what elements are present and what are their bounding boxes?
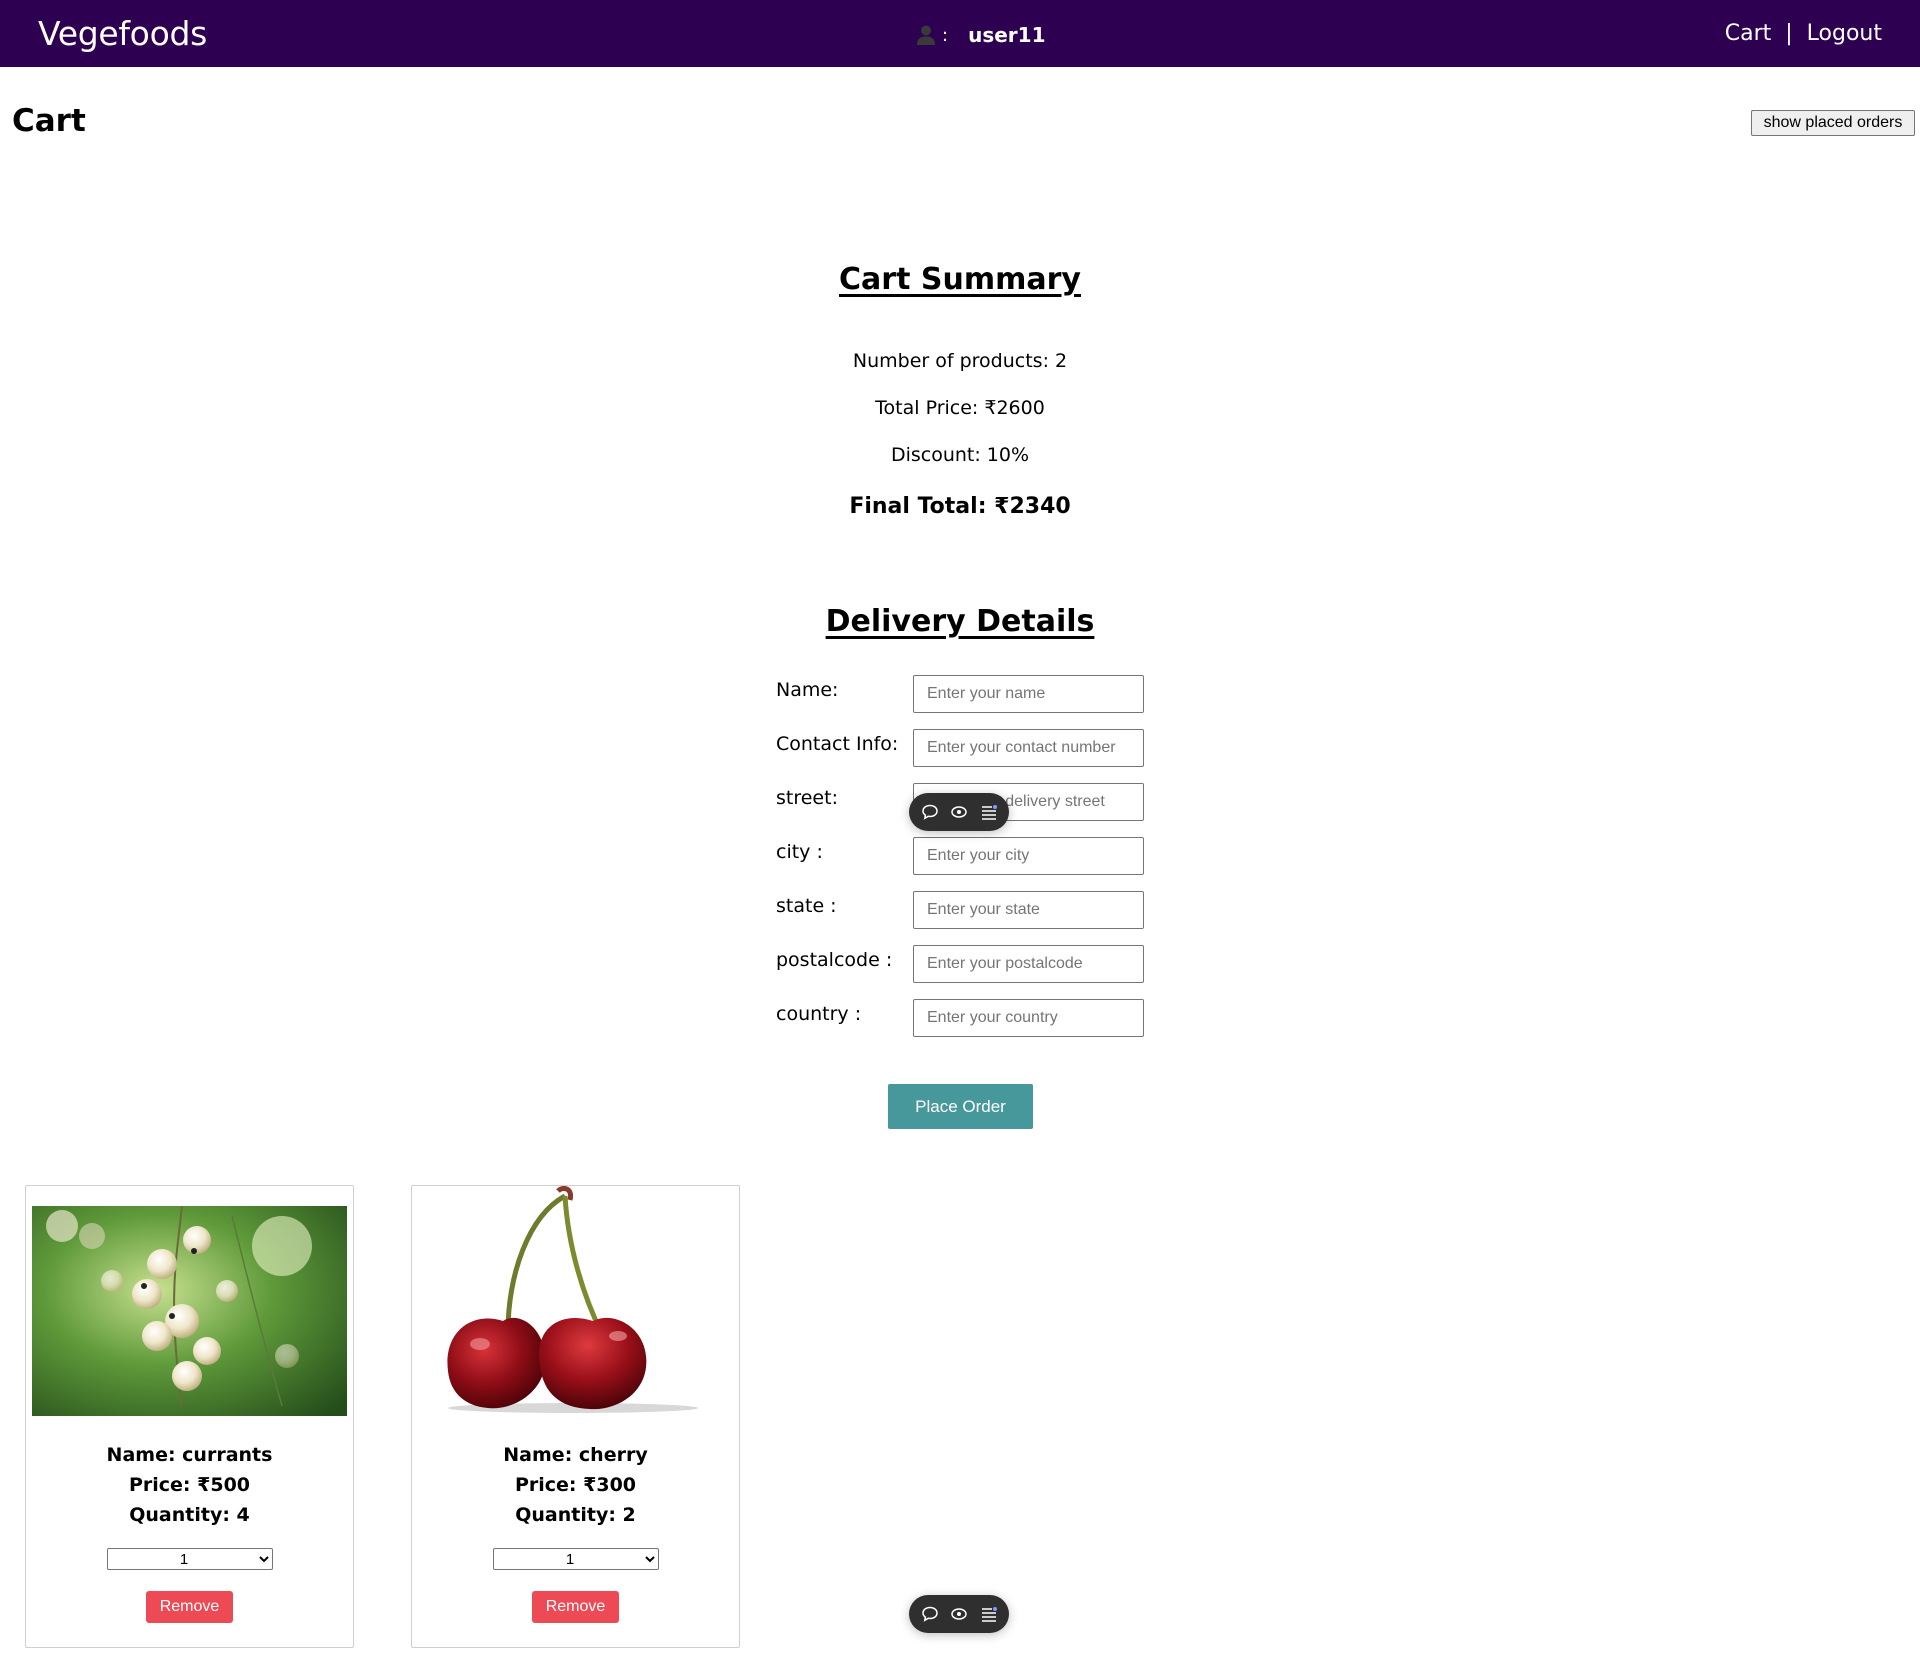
brand-logo[interactable]: Vegefoods <box>38 14 207 53</box>
form-row-state: state : <box>776 891 1146 929</box>
user-info: : user11 <box>916 20 1045 50</box>
currants-image <box>32 1206 347 1416</box>
form-row-contact: Contact Info: <box>776 729 1146 767</box>
product-card-currants: Name: currants Price: ₹500 Quantity: 4 1… <box>25 1185 354 1648</box>
list-icon[interactable] <box>980 1605 998 1623</box>
eye-icon[interactable] <box>950 1605 968 1623</box>
eye-icon[interactable] <box>950 803 968 821</box>
name-input[interactable] <box>913 675 1144 713</box>
top-navbar: Vegefoods : user11 Cart | Logout <box>0 0 1920 67</box>
form-row-country: country : <box>776 999 1146 1037</box>
remove-button[interactable]: Remove <box>532 1591 619 1623</box>
place-order-button[interactable]: Place Order <box>888 1084 1033 1129</box>
comment-icon[interactable] <box>921 1605 939 1623</box>
contact-label: Contact Info: <box>776 733 899 755</box>
discount: Discount: 10% <box>890 444 1030 466</box>
floating-toolbar-bottom <box>909 1595 1009 1633</box>
floating-toolbar <box>909 793 1009 831</box>
product-card-cherry: Name: cherry Price: ₹300 Quantity: 2 1 R… <box>411 1185 740 1648</box>
username: user11 <box>968 23 1046 47</box>
product-name: Name: currants <box>106 1444 273 1466</box>
link-divider: | <box>1785 21 1793 46</box>
list-icon[interactable] <box>980 803 998 821</box>
product-name: Name: cherry <box>503 1444 648 1466</box>
form-row-city: city : <box>776 837 1146 875</box>
comment-icon[interactable] <box>921 803 939 821</box>
cart-summary-heading: Cart Summary <box>839 262 1081 297</box>
country-label: country : <box>776 1003 862 1025</box>
country-input[interactable] <box>913 999 1144 1037</box>
products-count: Number of products: 2 <box>852 350 1068 372</box>
logout-link[interactable]: Logout <box>1807 21 1882 46</box>
show-placed-orders-button[interactable]: show placed orders <box>1751 110 1915 136</box>
postalcode-input[interactable] <box>913 945 1144 983</box>
state-label: state : <box>776 895 837 917</box>
postalcode-label: postalcode : <box>776 949 893 971</box>
total-price: Total Price: ₹2600 <box>875 397 1045 419</box>
user-avatar-icon <box>916 24 936 46</box>
form-row-postalcode: postalcode : <box>776 945 1146 983</box>
product-price: Price: ₹300 <box>514 1474 637 1496</box>
delivery-details-heading: Delivery Details <box>825 604 1095 639</box>
city-input[interactable] <box>913 837 1144 875</box>
contact-input[interactable] <box>913 729 1144 767</box>
quantity-select[interactable]: 1 <box>493 1548 659 1570</box>
city-label: city : <box>776 841 823 863</box>
top-links: Cart | Logout <box>1725 21 1882 46</box>
remove-button[interactable]: Remove <box>146 1591 233 1623</box>
form-row-name: Name: <box>776 675 1146 713</box>
product-quantity: Quantity: 2 <box>515 1504 636 1526</box>
cherry-image <box>418 1186 733 1416</box>
user-separator: : <box>942 24 949 46</box>
state-input[interactable] <box>913 891 1144 929</box>
quantity-select[interactable]: 1 <box>107 1548 273 1570</box>
page-title: Cart <box>12 103 86 139</box>
product-price: Price: ₹500 <box>128 1474 251 1496</box>
product-quantity: Quantity: 4 <box>129 1504 250 1526</box>
cart-link[interactable]: Cart <box>1725 21 1772 46</box>
final-total: Final Total: ₹2340 <box>849 494 1071 519</box>
street-label: street: <box>776 787 838 809</box>
name-label: Name: <box>776 679 839 701</box>
